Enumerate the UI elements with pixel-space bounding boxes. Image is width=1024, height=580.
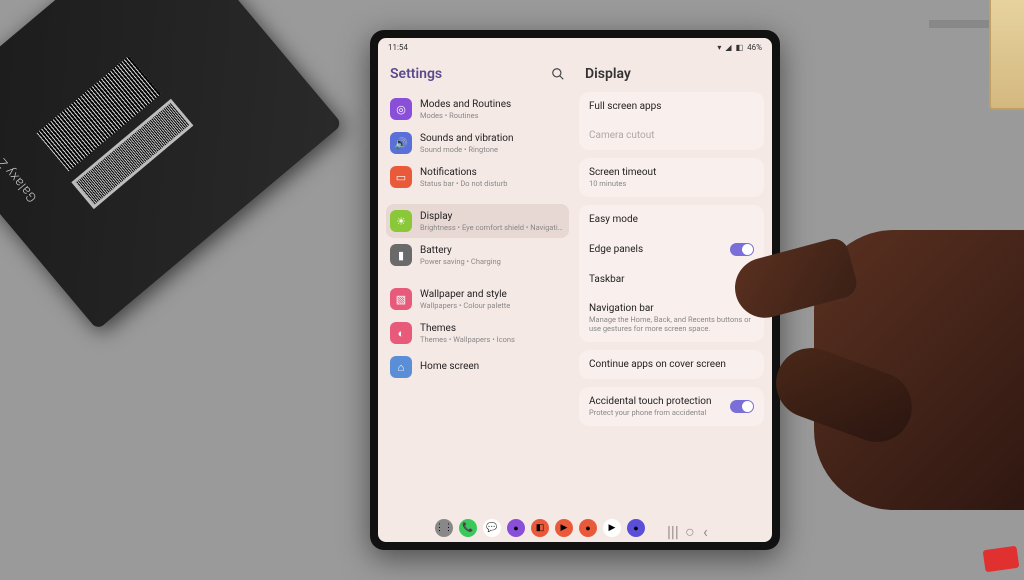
taskbar-app-icon[interactable]: ●	[507, 519, 525, 537]
taskbar-app-icon[interactable]: ⋮⋮	[435, 519, 453, 537]
taskbar-app-icon[interactable]: ●	[627, 519, 645, 537]
settings-item-sub: Modes • Routines	[420, 111, 565, 120]
card-item-label: Full screen apps	[589, 101, 754, 112]
settings-title: Settings	[390, 66, 442, 82]
settings-icon: ▧	[390, 288, 412, 310]
phone-screen: 11:54 ▾ ◢ ◧ 46% Settings ◎ Modes and Rout…	[378, 38, 772, 542]
taskbar-app-icon[interactable]: ▶	[555, 519, 573, 537]
battery-icon: ◧	[736, 43, 744, 52]
settings-icon: ☀	[390, 210, 412, 232]
card-item-label: Navigation bar	[589, 303, 754, 314]
nav-home[interactable]: ○	[685, 522, 697, 534]
settings-item-sub: Power saving • Charging	[420, 257, 565, 266]
card-item-easy-mode[interactable]: Easy mode	[579, 205, 764, 234]
display-detail-pane: Display Full screen apps Camera cutout Scr…	[575, 56, 772, 514]
taskbar-app-icon[interactable]: 💬	[483, 519, 501, 537]
settings-icon: ⌂	[390, 356, 412, 378]
signal-icon: ◢	[725, 43, 731, 52]
settings-card: Continue apps on cover screen	[579, 350, 764, 379]
taskbar: ⋮⋮ 📞 💬 ● ◧ ▶ ● ▶ ● ||| ○ ‹	[378, 514, 772, 542]
taskbar-app-icon[interactable]: ▶	[603, 519, 621, 537]
settings-item-sub: Wallpapers • Colour palette	[420, 301, 565, 310]
settings-icon: ◎	[390, 98, 412, 120]
battery-percent: 46%	[747, 43, 762, 52]
settings-item-title: Display	[420, 211, 565, 223]
settings-card: Full screen apps Camera cutout	[579, 92, 764, 150]
card-item-label: Screen timeout	[589, 167, 754, 178]
card-item-label: Edge panels	[589, 244, 643, 255]
settings-item-sub: Status bar • Do not disturb	[420, 179, 565, 188]
product-box: Galaxy Z Fold6	[0, 0, 343, 330]
settings-item-display[interactable]: ☀ DisplayBrightness • Eye comfort shield …	[386, 204, 569, 238]
nav-recents[interactable]: |||	[667, 522, 679, 534]
taskbar-app-icon[interactable]: ●	[579, 519, 597, 537]
card-item-label: Camera cutout	[589, 130, 754, 141]
status-time: 11:54	[388, 43, 408, 52]
card-item-edge-panels[interactable]: Edge panels	[579, 234, 764, 265]
settings-card: Accidental touch protectionProtect your …	[579, 387, 764, 426]
settings-icon: ▮	[390, 244, 412, 266]
box-product-name: Galaxy Z Fold6	[0, 125, 40, 205]
card-item-full-screen-apps[interactable]: Full screen apps	[579, 92, 764, 121]
card-item-taskbar[interactable]: Taskbar	[579, 265, 764, 294]
taskbar-app-icon[interactable]: ◧	[531, 519, 549, 537]
settings-icon: ▭	[390, 166, 412, 188]
settings-item-title: Themes	[420, 323, 565, 335]
channel-logo	[983, 546, 1020, 573]
settings-item-sub: Sound mode • Ringtone	[420, 145, 565, 154]
settings-item-sub: Brightness • Eye comfort shield • Naviga…	[420, 223, 565, 232]
settings-item-title: Home screen	[420, 361, 565, 373]
card-item-screen-timeout[interactable]: Screen timeout10 minutes	[579, 158, 764, 197]
settings-item-notifications[interactable]: ▭ NotificationsStatus bar • Do not distur…	[386, 160, 569, 194]
foldable-phone: 11:54 ▾ ◢ ◧ 46% Settings ◎ Modes and Rout…	[370, 30, 780, 550]
taskbar-app-icon[interactable]: 📞	[459, 519, 477, 537]
display-title: Display	[579, 60, 764, 92]
settings-item-title: Notifications	[420, 167, 565, 179]
settings-item-modes-and-routines[interactable]: ◎ Modes and RoutinesModes • Routines	[386, 92, 569, 126]
settings-list-pane: Settings ◎ Modes and RoutinesModes • Rout…	[378, 56, 575, 514]
card-item-label: Taskbar	[589, 274, 754, 285]
settings-icon: ◐	[390, 322, 412, 344]
settings-item-title: Wallpaper and style	[420, 289, 565, 301]
search-icon[interactable]	[551, 67, 565, 81]
status-bar: 11:54 ▾ ◢ ◧ 46%	[378, 38, 772, 56]
settings-card: Screen timeout10 minutes	[579, 158, 764, 197]
card-item-label: Accidental touch protection	[589, 396, 711, 407]
wooden-clamp	[904, 0, 1024, 130]
settings-card: Easy mode Edge panels Taskbar Navigation ba…	[579, 205, 764, 342]
settings-item-home-screen[interactable]: ⌂ Home screen	[386, 350, 569, 384]
card-item-camera-cutout: Camera cutout	[579, 121, 764, 150]
card-item-sub: 10 minutes	[589, 179, 754, 188]
wifi-icon: ▾	[717, 43, 721, 52]
card-item-label: Continue apps on cover screen	[589, 359, 754, 370]
settings-item-title: Modes and Routines	[420, 99, 565, 111]
settings-item-title: Sounds and vibration	[420, 133, 565, 145]
settings-item-title: Battery	[420, 245, 565, 257]
settings-item-wallpaper-and-style[interactable]: ▧ Wallpaper and styleWallpapers • Colour …	[386, 282, 569, 316]
settings-item-sub: Themes • Wallpapers • Icons	[420, 335, 565, 344]
card-item-accidental-touch-protection[interactable]: Accidental touch protectionProtect your …	[579, 387, 764, 426]
settings-icon: 🔊	[390, 132, 412, 154]
settings-item-battery[interactable]: ▮ BatteryPower saving • Charging	[386, 238, 569, 272]
toggle-switch[interactable]	[730, 243, 754, 256]
card-item-sub: Protect your phone from accidental	[589, 408, 711, 417]
card-item-continue-apps-on-cover-screen[interactable]: Continue apps on cover screen	[579, 350, 764, 379]
card-item-navigation-bar[interactable]: Navigation barManage the Home, Back, and…	[579, 294, 764, 342]
card-item-label: Easy mode	[589, 214, 754, 225]
settings-item-sounds-and-vibration[interactable]: 🔊 Sounds and vibrationSound mode • Ringto…	[386, 126, 569, 160]
nav-back[interactable]: ‹	[703, 522, 715, 534]
card-item-sub: Manage the Home, Back, and Recents butto…	[589, 315, 754, 333]
settings-item-themes[interactable]: ◐ ThemesThemes • Wallpapers • Icons	[386, 316, 569, 350]
toggle-switch[interactable]	[730, 400, 754, 413]
